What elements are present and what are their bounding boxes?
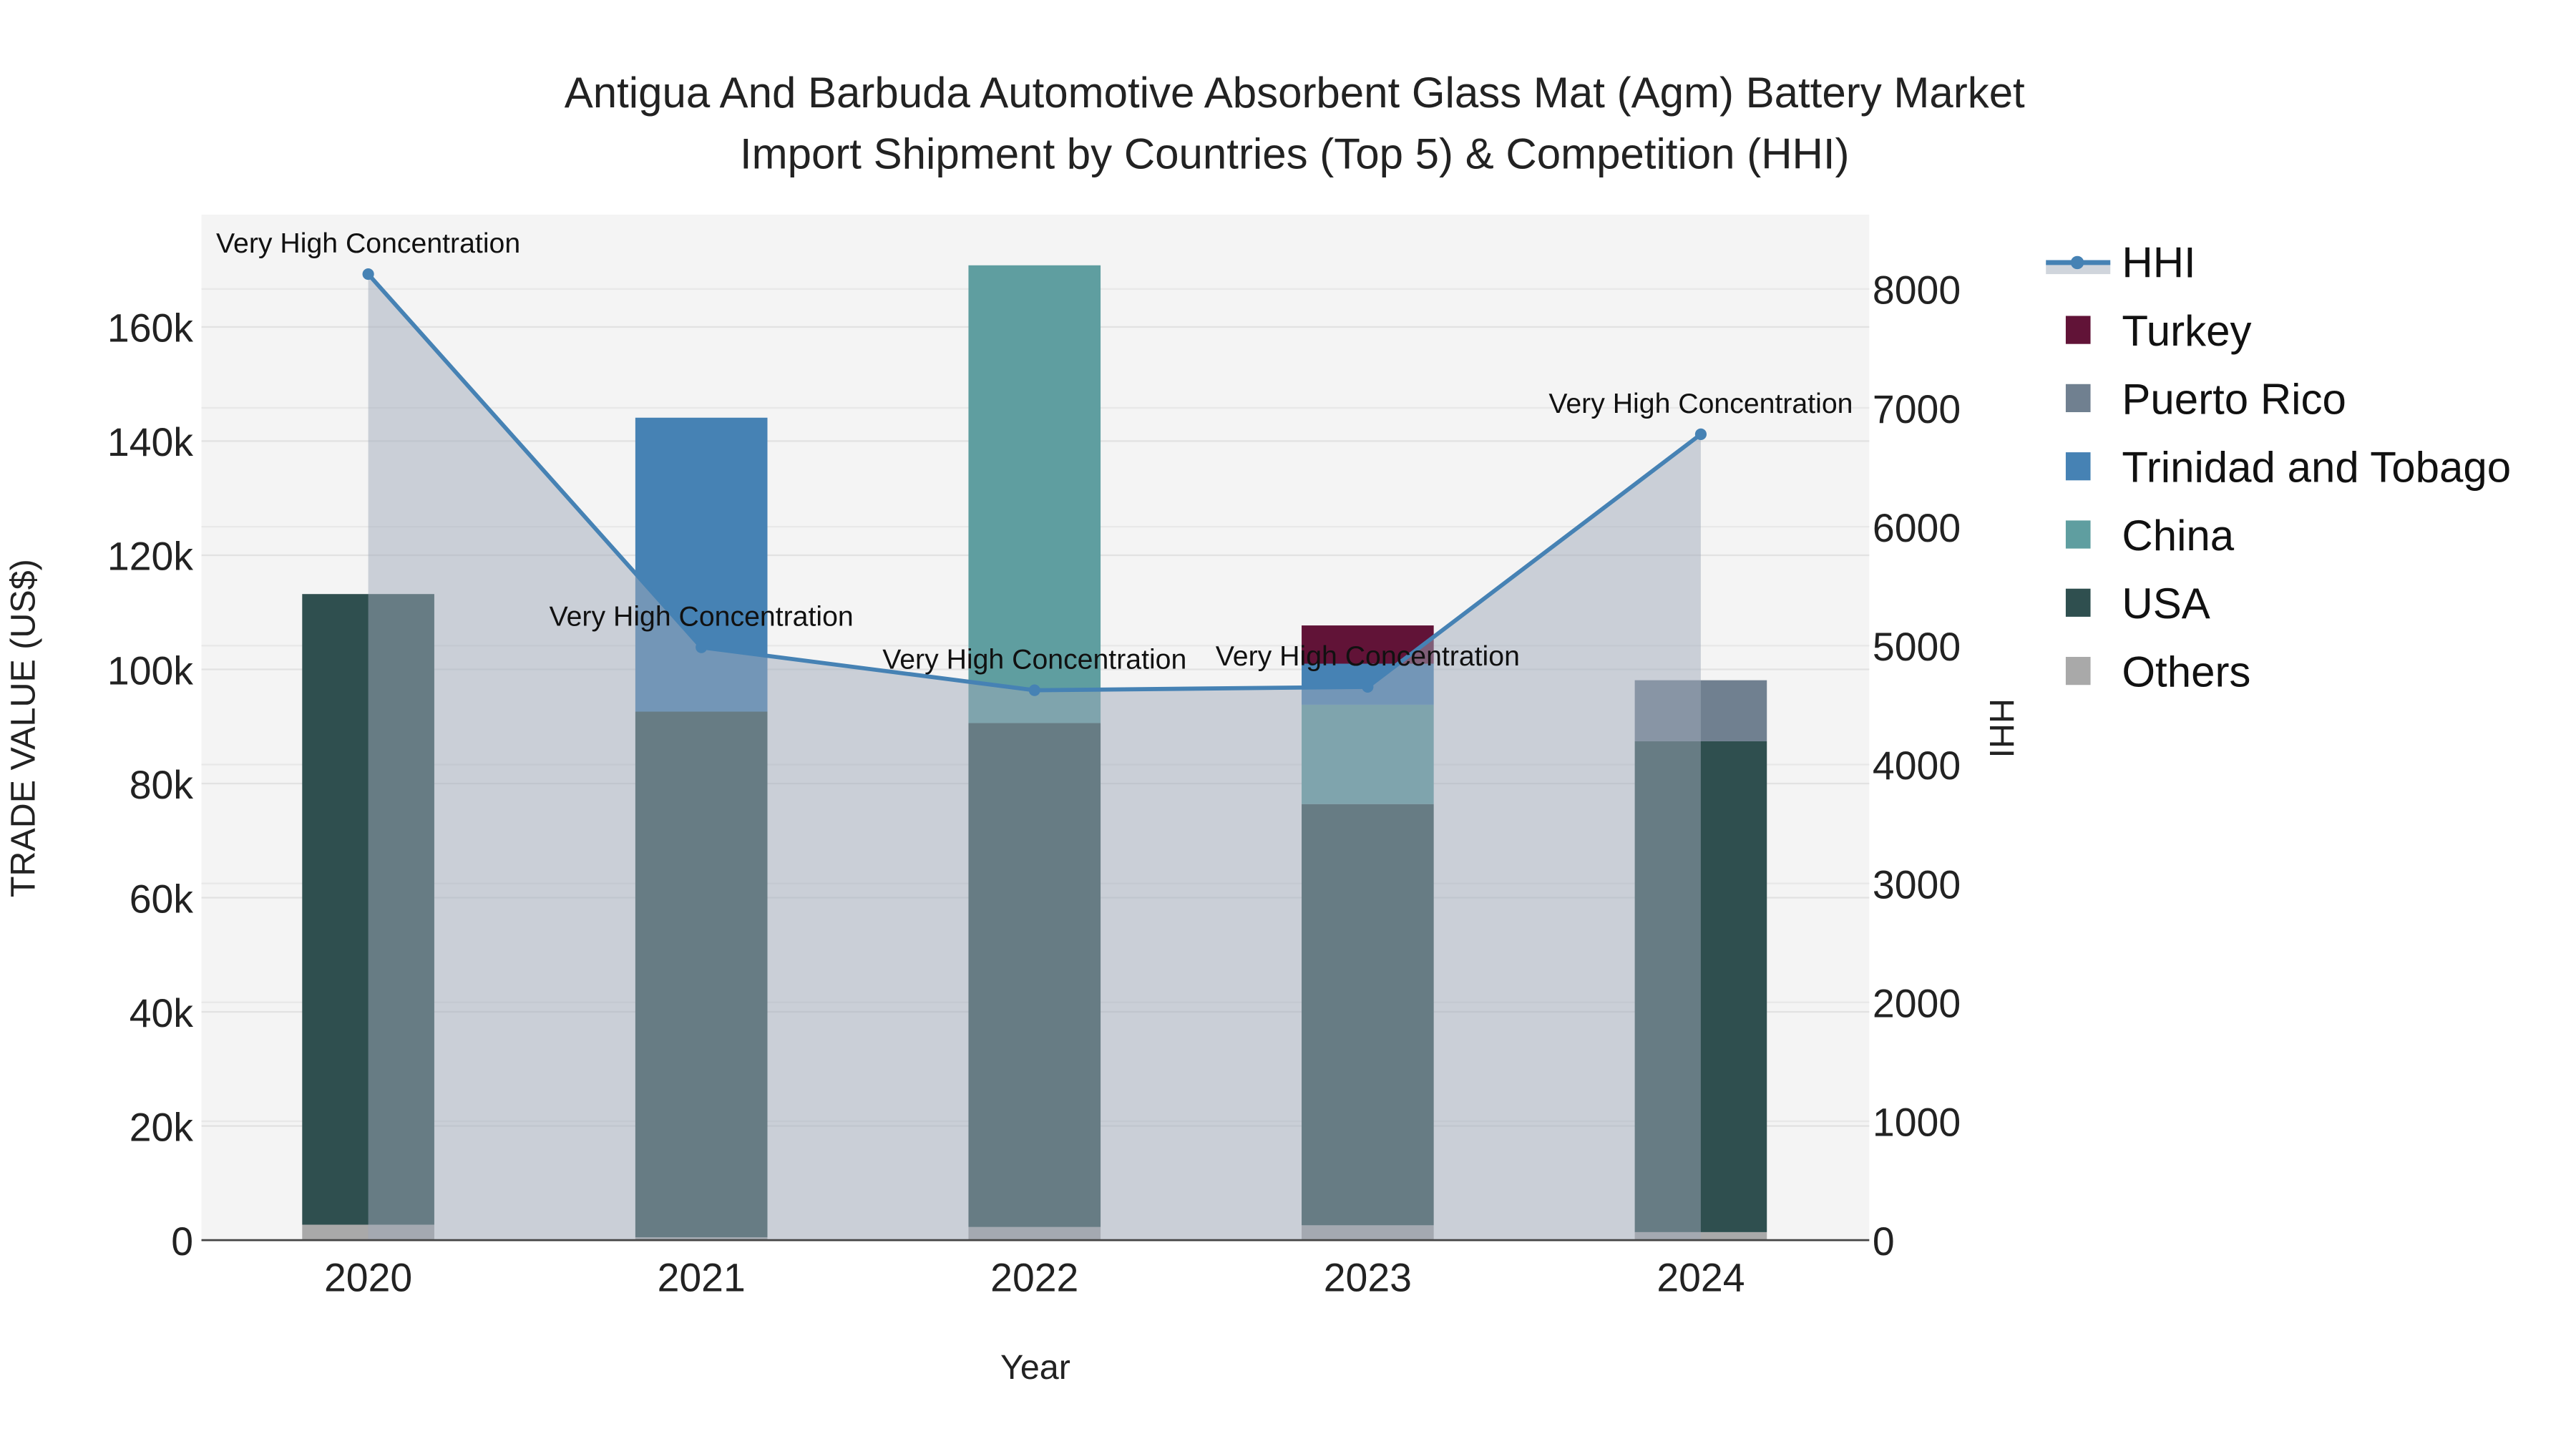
y2-tick-label: 2000 bbox=[1873, 982, 1961, 1026]
hhi-marker bbox=[696, 641, 708, 653]
hhi-annotation: Very High Concentration bbox=[216, 228, 520, 259]
legend-swatch bbox=[2065, 316, 2091, 344]
y2-tick-label: 0 bbox=[1873, 1219, 1895, 1264]
chart-title-line2: Import Shipment by Countries (Top 5) & C… bbox=[740, 130, 1850, 177]
y-tick-label: 0 bbox=[171, 1219, 193, 1264]
y2-tick-label: 8000 bbox=[1873, 268, 1961, 313]
x-tick-label: 2022 bbox=[990, 1256, 1078, 1300]
y2-tick-label: 4000 bbox=[1873, 743, 1961, 788]
y-tick-label: 140k bbox=[107, 420, 193, 464]
y2-axis-label: HHI bbox=[1982, 698, 2021, 758]
legend-label: USA bbox=[2122, 580, 2210, 628]
y2-tick-label: 3000 bbox=[1873, 862, 1961, 907]
legend-swatch bbox=[2065, 452, 2091, 481]
legend-label: Turkey bbox=[2122, 307, 2251, 355]
y2-tick-label: 1000 bbox=[1873, 1101, 1961, 1145]
y-tick-label: 100k bbox=[107, 648, 193, 693]
hhi-marker bbox=[1028, 684, 1040, 696]
hhi-annotation: Very High Concentration bbox=[882, 644, 1186, 675]
hhi-annotation: Very High Concentration bbox=[1216, 640, 1520, 672]
chart: Very High Concentration Very High Concent… bbox=[0, 0, 2576, 1449]
legend-label: Others bbox=[2122, 648, 2250, 696]
x-axis-label: Year bbox=[1000, 1348, 1070, 1387]
legend-swatch bbox=[2065, 588, 2091, 617]
legend-label: China bbox=[2122, 512, 2234, 560]
y2-tick-label: 7000 bbox=[1873, 387, 1961, 431]
legend-label: Puerto Rico bbox=[2122, 375, 2346, 423]
y-axis-label: TRADE VALUE (US$) bbox=[4, 559, 42, 897]
x-tick-label: 2021 bbox=[658, 1256, 746, 1300]
y2-tick-label: 6000 bbox=[1873, 506, 1961, 550]
legend-hhi-marker bbox=[2070, 255, 2084, 270]
y2-tick-label: 5000 bbox=[1873, 625, 1961, 669]
y-tick-label: 160k bbox=[107, 306, 193, 351]
hhi-marker bbox=[1694, 428, 1707, 440]
chart-title-line1: Antigua And Barbuda Automotive Absorbent… bbox=[565, 69, 2025, 117]
hhi-annotation: Very High Concentration bbox=[550, 601, 854, 633]
x-tick-label: 2020 bbox=[324, 1256, 412, 1300]
x-tick-label: 2023 bbox=[1324, 1256, 1412, 1300]
hhi-marker bbox=[1362, 680, 1374, 693]
y-tick-label: 40k bbox=[130, 991, 194, 1035]
hhi-annotation: Very High Concentration bbox=[1548, 388, 1853, 419]
x-tick-label: 2024 bbox=[1657, 1256, 1745, 1300]
y-tick-label: 20k bbox=[130, 1105, 194, 1149]
legend-label: HHI bbox=[2122, 239, 2195, 287]
legend-swatch bbox=[2065, 657, 2091, 686]
y-tick-label: 60k bbox=[130, 877, 194, 921]
y-tick-label: 80k bbox=[130, 763, 194, 807]
hhi-marker bbox=[362, 268, 374, 280]
legend-label: Trinidad and Tobago bbox=[2122, 444, 2511, 492]
legend-swatch bbox=[2065, 520, 2091, 549]
y-tick-label: 120k bbox=[107, 535, 193, 579]
legend-swatch bbox=[2065, 384, 2091, 412]
